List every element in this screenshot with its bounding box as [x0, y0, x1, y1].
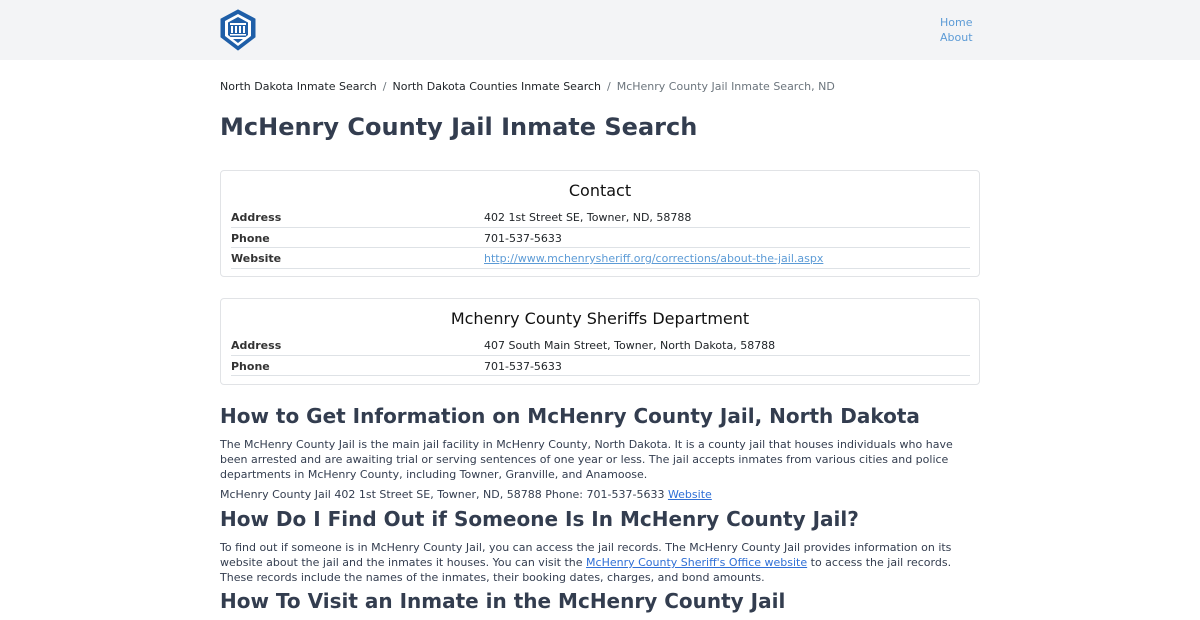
sheriff-table: Address 407 South Main Street, Towner, N… [231, 335, 970, 376]
nav-home-link[interactable]: Home [940, 15, 973, 30]
jail-website-link[interactable]: Website [668, 488, 712, 501]
breadcrumb-item-north-dakota[interactable]: North Dakota Inmate Search [220, 80, 377, 93]
contact-card: Contact Address 402 1st Street SE, Towne… [220, 170, 980, 277]
contact-card-title: Contact [568, 181, 632, 200]
breadcrumb-item-current: McHenry County Jail Inmate Search, ND [616, 80, 835, 93]
website-link[interactable]: http://www.mchenrysheriff.org/correction… [484, 252, 823, 265]
address-label: Address [231, 339, 282, 352]
jail-info-line: McHenry County Jail 402 1st Street SE, T… [220, 487, 980, 502]
table-row: Address 402 1st Street SE, Towner, ND, 5… [231, 207, 970, 228]
section-heading-find: How Do I Find Out if Someone Is In McHen… [220, 507, 859, 531]
phone-label: Phone [231, 231, 270, 245]
phone-value: 701-537-5633 [484, 359, 562, 373]
section-paragraph: To find out if someone is in McHenry Cou… [220, 540, 980, 585]
section-paragraph: The McHenry County Jail is the main jail… [220, 438, 953, 481]
table-row: Phone 701-537-5633 [231, 356, 970, 376]
contact-table: Address 402 1st Street SE, Towner, ND, 5… [231, 207, 970, 269]
sheriff-card: Mchenry County Sheriffs Department Addre… [220, 298, 980, 385]
breadcrumb-separator: / [382, 80, 387, 93]
phone-label: Phone [231, 359, 270, 373]
top-navbar: Home About [0, 0, 1200, 60]
section-heading-visit: How To Visit an Inmate in the McHenry Co… [220, 589, 786, 613]
page-title: McHenry County Jail Inmate Search [220, 113, 698, 141]
breadcrumb: North Dakota Inmate Search / North Dakota … [220, 80, 980, 94]
address-label: Address [231, 211, 282, 224]
jail-info-text: McHenry County Jail 402 1st Street SE, T… [220, 488, 665, 501]
table-row: Website http://www.mchenrysheriff.org/co… [231, 248, 970, 269]
sheriff-badge-icon[interactable] [219, 9, 257, 51]
address-value: 407 South Main Street, Towner, North Dak… [484, 339, 776, 352]
phone-value: 701-537-5633 [484, 231, 562, 245]
nav-links: Home About [940, 15, 973, 45]
nav-about-link[interactable]: About [940, 30, 973, 45]
table-row: Phone 701-537-5633 [231, 228, 970, 248]
breadcrumb-separator: / [607, 80, 611, 93]
website-label: Website [231, 252, 282, 265]
sheriff-office-link[interactable]: McHenry County Sheriff's Office website [586, 556, 807, 569]
breadcrumb-item-counties[interactable]: North Dakota Counties Inmate Search [393, 80, 602, 93]
section-heading-info: How to Get Information on McHenry County… [220, 404, 920, 428]
sheriff-card-title: Mchenry County Sheriffs Department [450, 309, 750, 328]
table-row: Address 407 South Main Street, Towner, N… [231, 335, 970, 356]
address-value: 402 1st Street SE, Towner, ND, 58788 [484, 211, 692, 224]
